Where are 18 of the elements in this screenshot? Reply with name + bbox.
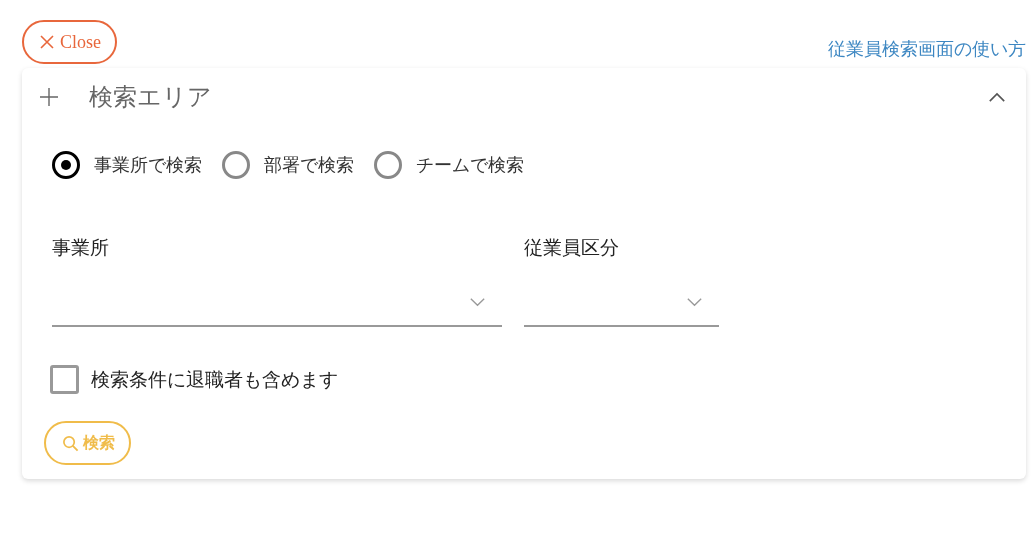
radio-button[interactable] [222, 151, 250, 179]
chevron-up-icon [988, 91, 1006, 103]
close-icon [39, 34, 55, 50]
chevron-down-icon [686, 297, 703, 307]
checkbox[interactable] [50, 365, 79, 394]
field-label: 従業員区分 [524, 235, 620, 260]
panel-title: 検索エリア [89, 83, 212, 112]
radio-option[interactable]: 部署で検索 [222, 151, 354, 179]
search-icon [62, 434, 79, 452]
field-label: 事業所 [52, 235, 110, 260]
plus-icon [39, 87, 59, 107]
radio-button[interactable] [52, 151, 80, 179]
radio-option[interactable]: 事業所で検索 [52, 151, 202, 179]
chevron-down-icon [469, 297, 486, 307]
help-link[interactable]: 従業員検索画面の使い方 [828, 37, 1026, 61]
checkbox-label: 検索条件に退職者も含めます [91, 366, 338, 392]
radio-button[interactable] [374, 151, 402, 179]
radio-option[interactable]: チームで検索 [374, 151, 524, 179]
